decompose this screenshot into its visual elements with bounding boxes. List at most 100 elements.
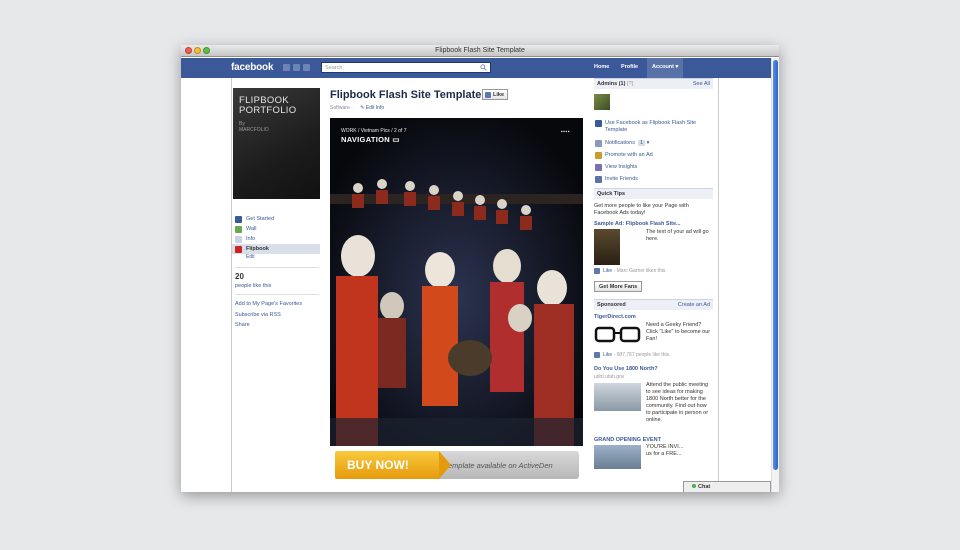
quick-tips-label: Quick Tips	[597, 191, 626, 197]
admin-avatar[interactable]	[594, 94, 610, 110]
share-link[interactable]: Share	[235, 320, 302, 331]
nav-flipbook[interactable]: Flipbook	[232, 244, 320, 254]
edit-info-link[interactable]: ✎ Edit Info	[360, 105, 384, 111]
nav-get-started[interactable]: Get Started	[232, 214, 320, 224]
photo-navigation-label: NAVIGATION	[341, 135, 390, 144]
wall-icon	[235, 226, 242, 233]
browser-window: Flipbook Flash Site Template facebook Se…	[181, 45, 779, 492]
sample-ad-image[interactable]	[594, 229, 620, 265]
ad-grand-opening-title[interactable]: GRAND OPENING EVENT	[594, 437, 661, 443]
likes-label[interactable]: people like this	[235, 283, 271, 289]
nav-info[interactable]: Info	[232, 234, 320, 244]
subscribe-rss-link[interactable]: Subscribe via RSS	[235, 310, 302, 321]
admins-help-link[interactable]: [?]	[627, 81, 633, 87]
admins-label: Admins (1)	[597, 81, 626, 87]
profile-picture[interactable]: FLIPBOOK PORTFOLIO By MARCFOLIO	[233, 88, 320, 199]
facebook-icon	[595, 120, 602, 127]
nav-edit-link[interactable]: Edit	[232, 254, 320, 263]
friend-requests-icon[interactable]	[283, 64, 290, 71]
window-title: Flipbook Flash Site Template	[435, 47, 525, 54]
road-ad-image[interactable]	[594, 383, 641, 411]
ad-1800north-title[interactable]: Do You Use 1800 North?	[594, 366, 658, 372]
messages-icon[interactable]	[293, 64, 300, 71]
search-input[interactable]: Search	[321, 62, 491, 73]
sample-ad-title[interactable]: Sample Ad: Flipbook Flash Site...	[594, 221, 681, 227]
create-ad-link[interactable]: Create an Ad	[678, 302, 710, 308]
ad-1800north-text: Attend the public meeting to see ideas f…	[646, 382, 709, 423]
notifications-icon[interactable]	[303, 64, 310, 71]
photo-breadcrumb: WORK / Vietnam Pics / 2 of 7	[341, 128, 407, 134]
sample-ad-like-line: Like · Marc Garner likes this.	[594, 268, 667, 274]
nav-wall[interactable]: Wall	[232, 224, 320, 234]
friends-icon	[595, 176, 602, 183]
navigation-arrow-icon: ▭	[392, 135, 400, 144]
buy-now-button[interactable]: BUY NOW!	[335, 451, 439, 479]
glasses-ad-image[interactable]	[594, 324, 642, 346]
page-viewport: facebook Search Home Profile Account ▾ F…	[181, 58, 771, 492]
profile-link[interactable]: Profile	[621, 64, 638, 70]
photo-navigation-toggle[interactable]: NAVIGATION ▭	[341, 135, 400, 144]
likes-count: 20	[235, 272, 244, 281]
divider	[235, 294, 319, 295]
grid-menu-icon[interactable]: ▪▪▪▪	[561, 129, 570, 135]
quick-tips-header: Quick Tips	[594, 188, 713, 199]
add-to-favorites-link[interactable]: Add to My Page's Favorites	[235, 299, 302, 310]
nav-label: Wall	[246, 226, 257, 232]
puppet-photo-illustration	[330, 118, 583, 446]
use-facebook-as-label: Use Facebook as Flipbook Flash Site Temp…	[605, 120, 697, 133]
divider	[235, 267, 319, 268]
like-button-label: Like	[493, 92, 505, 98]
like-button[interactable]: Like	[482, 89, 509, 100]
promote-with-ad-link[interactable]: Promote with an Ad	[594, 152, 653, 159]
insights-label: View Insights	[605, 164, 638, 170]
search-placeholder: Search	[325, 65, 343, 71]
notifications-link[interactable]: Notifications 1 ▾	[594, 140, 649, 147]
page-content: FLIPBOOK PORTFOLIO By MARCFOLIO Get Star…	[231, 78, 719, 492]
notifications-badge: 1	[637, 140, 646, 146]
home-link[interactable]: Home	[594, 64, 609, 70]
invite-friends-label: Invite Friends	[605, 176, 639, 182]
online-status-icon	[692, 484, 696, 488]
insights-icon	[595, 164, 602, 171]
view-insights-link[interactable]: View Insights	[594, 164, 637, 171]
page-category-line: Software · ✎ Edit Info	[330, 105, 384, 111]
thumbs-up-icon	[485, 92, 491, 98]
info-icon	[235, 236, 242, 243]
flipbook-icon	[235, 246, 242, 253]
sponsored-label: Sponsored	[597, 302, 626, 308]
account-menu[interactable]: Account ▾	[647, 58, 684, 78]
see-all-admins-link[interactable]: See All	[693, 81, 710, 87]
ad-tigerdirect-text: Need a Geeky Friend? Click "Like" to bec…	[646, 322, 711, 342]
sample-ad-like-link[interactable]: Like	[603, 268, 612, 274]
nav-label: Info	[246, 236, 256, 242]
ad-tigerdirect-title[interactable]: TigerDirect.com	[594, 314, 636, 320]
chat-label: Chat	[698, 484, 711, 490]
admins-header: Admins (1) [?] See All	[594, 78, 713, 89]
vertical-scrollbar[interactable]	[771, 58, 779, 492]
chevron-down-icon[interactable]: ▾	[647, 140, 650, 146]
get-more-fans-button[interactable]: Get More Fans	[594, 281, 643, 292]
ad-grand-opening-text: YOU'RE INVI... us for a FRE...	[646, 444, 684, 457]
building-ad-image[interactable]	[594, 445, 641, 469]
ad-1800north-url: udot.utah.gov	[594, 374, 625, 380]
banner-arrow	[439, 451, 451, 479]
nav-label: Flipbook	[246, 246, 269, 252]
ad-tigerdirect-like-link[interactable]: Like	[603, 352, 612, 358]
search-icon[interactable]	[480, 64, 487, 71]
flipbook-photo[interactable]: WORK / Vietnam Pics / 2 of 7 NAVIGATION …	[330, 118, 583, 446]
chat-bar[interactable]: Chat	[683, 481, 771, 492]
invite-friends-link[interactable]: Invite Friends	[594, 176, 638, 183]
facebook-logo[interactable]: facebook	[231, 62, 274, 73]
thumbs-up-icon	[594, 268, 600, 274]
sample-ad-like-text: · Marc Garner likes this.	[612, 268, 667, 274]
scrollbar-thumb[interactable]	[773, 60, 778, 470]
use-facebook-as-link[interactable]: Use Facebook as Flipbook Flash Site Temp…	[594, 120, 713, 134]
buy-now-banner[interactable]: Template available on ActiveDen BUY NOW!	[335, 451, 579, 479]
promote-label: Promote with an Ad	[605, 152, 653, 158]
quick-tips-text: Get more people to like your Page with F…	[594, 203, 689, 216]
page-title: Flipbook Flash Site Template	[330, 89, 482, 101]
megaphone-icon	[595, 152, 602, 159]
page-nav: Get Started Wall Info Flipbook Edit	[232, 214, 320, 263]
sample-ad-text: The text of your ad will go here.	[646, 229, 709, 242]
ad-tigerdirect-like-line: Like · 687,767 people like this.	[594, 352, 671, 358]
